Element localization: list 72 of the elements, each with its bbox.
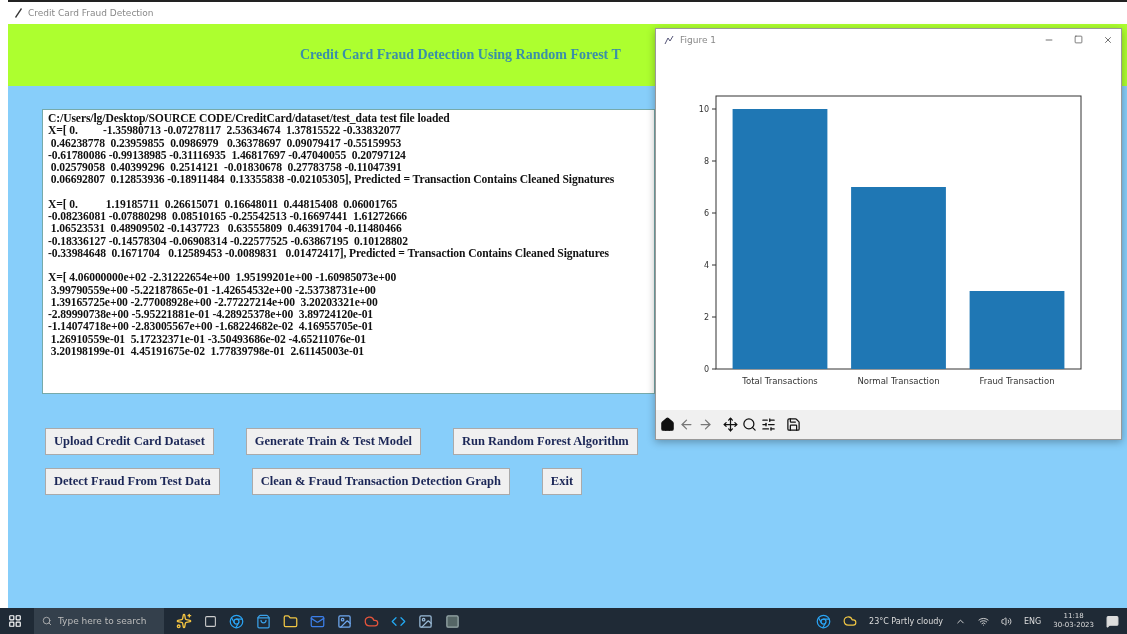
save-button[interactable] [786, 416, 801, 432]
sparkle-icon[interactable] [176, 613, 192, 629]
y-tick: 4 [703, 260, 717, 270]
browser-icon[interactable] [229, 613, 244, 629]
action-button[interactable]: Upload Credit Card Dataset [45, 428, 214, 455]
output-line: -0.33984648 0.1671704 0.12589453 -0.0089831 0.01472417], Predicted = Transaction Contains Cleaned Signatures [48, 247, 610, 261]
app-icon[interactable] [364, 613, 379, 629]
output-line: X=[ 4.06000000e+02 -2.31222654e+00 1.95199201e+00 -1.60985073e+00 [48, 272, 398, 285]
output-line: -0.61780086 -0.99138985 -0.31116935 1.46817697 -0.47040055 0.20797124 [48, 149, 407, 163]
y-tick-label: 10 [698, 104, 709, 114]
window-title: Credit Card Fraud Detection [28, 8, 154, 18]
folder-icon[interactable] [283, 613, 298, 629]
x-tick-label: Fraud Transaction [979, 375, 1055, 386]
y-tick: 6 [703, 208, 717, 218]
start-icon[interactable] [8, 614, 22, 628]
action-button[interactable]: Clean & Fraud Transaction Detection Graph [251, 468, 510, 495]
output-line: -2.89990738e+00 -5.95221881e-01 -4.28925378e+00 3.89724120e-01 [48, 309, 375, 322]
mail-icon[interactable] [310, 613, 325, 629]
output-line: 1.39165725e+00 -2.77008928e+00 -2.77227214e+00 3.20203321e+00 [49, 296, 379, 310]
output-line: 1.26910559e-01 5.17232371e-01 -3.50493686e-02 -4.65211076e-01 [49, 333, 367, 347]
figure-title: Figure 1 [680, 34, 717, 45]
output-line: 3.20198199e-01 4.45191675e-02 1.77839798e-01 2.61145003e-01 [49, 346, 366, 359]
figure-icon [664, 34, 674, 45]
weather-icon [843, 614, 858, 628]
configure-button[interactable] [761, 416, 776, 432]
photos-icon[interactable] [337, 613, 352, 629]
y-tick-label: 2 [703, 312, 709, 322]
app-window-icon[interactable] [445, 613, 460, 629]
wifi-icon[interactable] [978, 615, 990, 627]
output-line: 3.99790559e+00 -5.22187865e-01 -1.42654532e+00 -2.53738731e+00 [49, 284, 377, 297]
language-indicator: ENG [1024, 616, 1042, 626]
y-tick: 2 [703, 312, 717, 322]
y-tick: 10 [698, 104, 717, 114]
y-tick-label: 0 [703, 364, 709, 374]
notification-icon[interactable] [1106, 614, 1119, 628]
search-field[interactable]: Type here to search [34, 608, 164, 634]
output-line: 1.06523531 0.48909502 -0.1437723 0.63555809 0.46391704 -0.11480466 [49, 223, 403, 236]
output-line: 0.46238778 0.23959855 0.0986979 0.36378697 0.09079417 -0.55159953 [49, 137, 403, 150]
output-line: -0.18336127 -0.14578304 -0.06908314 -0.22577525 -0.63867195 0.10128802 [48, 235, 410, 248]
app-title: Credit Card Fraud Detection Using Random Forest T [300, 47, 621, 63]
action-button[interactable]: Detect Fraud From Test Data [45, 468, 220, 495]
forward-button[interactable] [698, 416, 713, 432]
close-icon[interactable] [1103, 34, 1113, 45]
weather-text: 23°C Partly cloudy [869, 616, 944, 626]
output-line: -0.08236081 -0.07880298 0.08510165 -0.25542513 -0.16697441 1.61272666 [48, 211, 409, 224]
y-tick: 0 [703, 364, 717, 374]
output-line: X=[ 0. 1.19185711 0.26615071 0.16648011 0.44815408 0.06001765 [48, 198, 399, 212]
output-line: 0.06692807 0.12853936 -0.18911484 0.13355838 -0.02105305], Predicted = Transaction Contains Cleaned Signatures [49, 174, 616, 187]
output-line: X=[ 0. -1.35980713 -0.07278117 2.53634674 1.37815522 -0.33832077 [48, 125, 402, 138]
y-tick-label: 6 [703, 208, 709, 218]
y-tick-label: 8 [703, 156, 709, 166]
x-tick-label: Total Transactions [742, 375, 818, 386]
zoom-button[interactable] [742, 416, 757, 432]
search-icon [42, 616, 52, 626]
store-icon[interactable] [256, 613, 271, 629]
y-tick-label: 4 [703, 260, 709, 270]
output-line: 0.02579058 0.40399296 0.2514121 -0.01830678 0.27783758 -0.11047391 [49, 162, 403, 175]
image-viewer-icon[interactable] [418, 613, 433, 629]
output-line: -1.14074718e+00 -2.83005567e+00 -1.68224682e-02 4.16955705e-01 [48, 321, 375, 334]
browser-icon[interactable] [816, 613, 832, 629]
speaker-icon[interactable] [1001, 615, 1013, 627]
pan-button[interactable] [723, 416, 738, 432]
task-view-icon[interactable] [204, 614, 217, 628]
action-button[interactable]: Run Random Forest Algorithm [453, 428, 638, 455]
y-tick: 8 [703, 156, 717, 166]
x-tick-label: Normal Transaction [857, 375, 940, 386]
maximize-icon[interactable] [1074, 35, 1083, 45]
action-button[interactable]: Exit [541, 468, 583, 495]
home-button[interactable] [660, 416, 675, 432]
output-line: C:/Users/lg/Desktop/SOURCE CODE/CreditCard/dataset/test_data test file loaded [48, 113, 451, 126]
action-button[interactable]: Generate Train & Test Model [245, 428, 421, 455]
back-button[interactable] [679, 416, 694, 432]
